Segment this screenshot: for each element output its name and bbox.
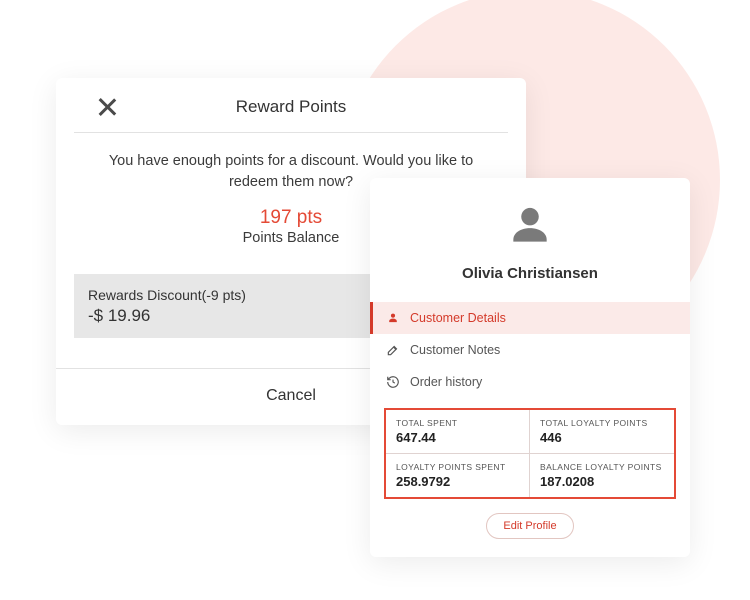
person-icon [386, 311, 400, 325]
tab-label: Order history [410, 375, 482, 389]
stat-balance-points: BALANCE LOYALTY POINTS 187.0208 [530, 454, 674, 497]
tab-label: Customer Notes [410, 343, 500, 357]
stat-value: 647.44 [396, 430, 519, 445]
close-icon[interactable] [96, 96, 118, 118]
stat-value: 446 [540, 430, 664, 445]
edit-profile-button[interactable]: Edit Profile [486, 513, 573, 539]
rewards-header: Reward Points [74, 78, 508, 133]
tab-customer-notes[interactable]: Customer Notes [370, 334, 690, 366]
stat-label: BALANCE LOYALTY POINTS [540, 462, 664, 472]
stat-points-spent: LOYALTY POINTS SPENT 258.9792 [386, 454, 530, 497]
tab-label: Customer Details [410, 311, 506, 325]
customer-tabs: Customer Details Customer Notes Order hi… [370, 302, 690, 398]
edit-icon [386, 343, 400, 357]
history-icon [386, 375, 400, 389]
stat-total-spent: TOTAL SPENT 647.44 [386, 410, 530, 454]
tab-order-history[interactable]: Order history [370, 366, 690, 398]
discount-label: Rewards Discount(-9 pts) [88, 287, 398, 303]
tab-customer-details[interactable]: Customer Details [370, 302, 690, 334]
cancel-button[interactable]: Cancel [266, 387, 316, 405]
stat-label: LOYALTY POINTS SPENT [396, 462, 519, 472]
stat-label: TOTAL SPENT [396, 418, 519, 428]
stat-total-points: TOTAL LOYALTY POINTS 446 [530, 410, 674, 454]
customer-panel: Olivia Christiansen Customer Details Cus… [370, 178, 690, 557]
stat-label: TOTAL LOYALTY POINTS [540, 418, 664, 428]
customer-stats: TOTAL SPENT 647.44 TOTAL LOYALTY POINTS … [384, 408, 676, 499]
discount-amount: -$ 19.96 [88, 306, 398, 326]
stat-value: 187.0208 [540, 474, 664, 489]
rewards-title: Reward Points [96, 97, 486, 117]
avatar-icon [505, 200, 555, 255]
stat-value: 258.9792 [396, 474, 519, 489]
customer-name: Olivia Christiansen [370, 265, 690, 282]
